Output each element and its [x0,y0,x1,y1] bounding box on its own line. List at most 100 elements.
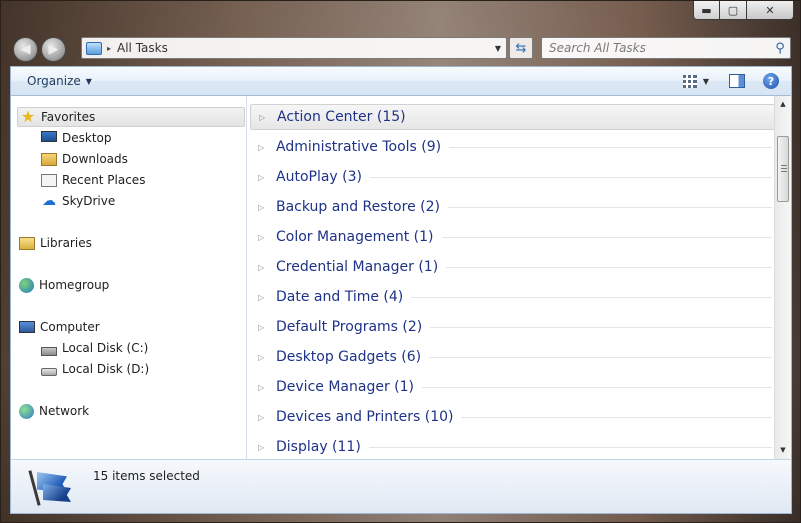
group-divider [446,266,772,268]
sidebar-item-label: Homegroup [39,278,110,292]
command-bar: Organize ▼ ▼ ? [10,66,792,96]
selection-status: 15 items selected [93,469,200,483]
expand-arrow-icon[interactable]: ▷ [258,263,266,272]
sidebar-item-label: Computer [40,320,100,334]
task-group-list: ▷ Action Center (15) ▷ Administrative Tools… [248,96,776,459]
expand-arrow-icon[interactable]: ▷ [258,323,266,332]
sidebar-item-label: SkyDrive [62,194,116,208]
sidebar-item-label: Local Disk (D:) [62,362,150,376]
group-header[interactable]: ▷ Date and Time (4) [250,284,776,310]
sidebar-item-homegroup[interactable]: Homegroup [19,275,109,295]
sidebar-item-downloads[interactable]: Downloads [41,149,128,169]
back-button[interactable]: ◀ [13,37,38,62]
vertical-scrollbar[interactable]: ▲ ▼ [774,96,791,459]
sidebar-item-label: Libraries [40,236,92,250]
expand-arrow-icon[interactable]: ▷ [258,143,266,152]
maximize-button[interactable]: ▢ [720,1,747,20]
group-divider [447,206,772,208]
group-header[interactable]: ▷ Default Programs (2) [250,314,776,340]
group-header[interactable]: ▷ Credential Manager (1) [250,254,776,280]
group-divider [368,446,772,448]
address-dropdown-icon[interactable]: ▼ [490,44,506,53]
explorer-window: ▬ ▢ ✕ ◀ ▶ ▸ All Tasks ▼ ⇆ ⚲ Organize ▼ ▼… [0,0,801,523]
group-divider [430,326,772,328]
group-label: Administrative Tools (9) [276,139,442,155]
expand-arrow-icon[interactable]: ▷ [258,173,266,182]
homegroup-icon [19,277,34,293]
minimize-button[interactable]: ▬ [693,1,720,20]
group-header[interactable]: ▷ AutoPlay (3) [250,164,776,190]
forward-arrow-icon: ▶ [48,42,59,57]
breadcrumb-separator-icon[interactable]: ▸ [107,44,111,53]
search-input[interactable] [542,38,770,58]
search-box[interactable]: ⚲ [541,37,791,59]
group-header[interactable]: ▷ Device Manager (1) [250,374,776,400]
forward-button[interactable]: ▶ [41,37,66,62]
sidebar-item-label: Recent Places [62,173,146,187]
group-divider [441,236,772,238]
expand-arrow-icon[interactable]: ▷ [258,383,266,392]
sidebar-item-recent-places[interactable]: Recent Places [41,170,145,190]
group-divider [369,176,772,178]
recent-places-icon [41,173,57,187]
sidebar-item-label: Favorites [41,110,96,124]
group-header[interactable]: ▷ Desktop Gadgets (6) [250,344,776,370]
sidebar-item-libraries[interactable]: Libraries [19,233,92,253]
group-label: Credential Manager (1) [276,259,439,275]
change-view-icon[interactable] [682,74,697,88]
content-area: ★ Favorites Desktop Downloads Recent Pla… [10,96,792,459]
group-divider [411,296,772,298]
group-header[interactable]: ▷ Devices and Printers (10) [250,404,776,430]
scroll-down-icon[interactable]: ▼ [775,442,791,459]
chevron-down-icon: ▼ [85,76,92,86]
group-label: Desktop Gadgets (6) [276,349,422,365]
sidebar-item-network[interactable]: Network [19,401,89,421]
organize-button[interactable]: Organize ▼ [27,74,92,88]
control-panel-icon [86,41,102,55]
scroll-up-icon[interactable]: ▲ [775,96,791,113]
group-label: Default Programs (2) [276,319,423,335]
group-header[interactable]: ▷ Administrative Tools (9) [250,134,776,160]
help-icon[interactable]: ? [763,73,779,89]
expand-arrow-icon[interactable]: ▷ [258,233,266,242]
sidebar-item-label: Desktop [62,131,112,145]
details-pane: 15 items selected [10,459,792,514]
desktop-icon [41,131,57,142]
group-label: Backup and Restore (2) [276,199,440,215]
caption-buttons: ▬ ▢ ✕ [693,1,794,22]
close-button[interactable]: ✕ [747,1,794,20]
sidebar-item-label: Downloads [62,152,128,166]
computer-icon [19,321,35,333]
flags-icon [28,466,73,508]
search-icon[interactable]: ⚲ [770,41,790,56]
preview-pane-icon[interactable] [729,74,745,88]
expand-arrow-icon[interactable]: ▷ [258,413,266,422]
expand-arrow-icon[interactable]: ▷ [258,293,266,302]
group-header[interactable]: ▷ Action Center (15) [250,104,776,130]
group-header[interactable]: ▷ Display (11) [250,434,776,459]
sidebar-item-desktop[interactable]: Desktop [41,128,112,148]
breadcrumb-all-tasks[interactable]: All Tasks [117,41,490,55]
downloads-folder-icon [41,152,57,166]
group-label: Action Center (15) [277,109,406,125]
refresh-button[interactable]: ⇆ [509,37,533,59]
sidebar-item-skydrive[interactable]: ☁ SkyDrive [41,191,115,211]
group-label: AutoPlay (3) [276,169,362,185]
group-header[interactable]: ▷ Color Management (1) [250,224,776,250]
network-icon [19,403,34,419]
sidebar-item-local-disk-c[interactable]: Local Disk (C:) [41,338,148,358]
group-divider [421,386,772,388]
sidebar-item-local-disk-d[interactable]: Local Disk (D:) [41,359,149,379]
sidebar-item-label: Network [39,404,90,418]
view-options-dropdown-icon[interactable]: ▼ [703,77,709,86]
expand-arrow-icon[interactable]: ▷ [259,113,267,122]
scroll-thumb[interactable] [777,136,789,202]
expand-arrow-icon[interactable]: ▷ [258,203,266,212]
sidebar-item-favorites[interactable]: ★ Favorites [17,107,245,127]
sidebar-item-computer[interactable]: Computer [19,317,100,337]
expand-arrow-icon[interactable]: ▷ [258,443,266,452]
expand-arrow-icon[interactable]: ▷ [258,353,266,362]
hard-drive-icon [41,368,57,376]
address-bar[interactable]: ▸ All Tasks ▼ [81,37,507,59]
group-header[interactable]: ▷ Backup and Restore (2) [250,194,776,220]
